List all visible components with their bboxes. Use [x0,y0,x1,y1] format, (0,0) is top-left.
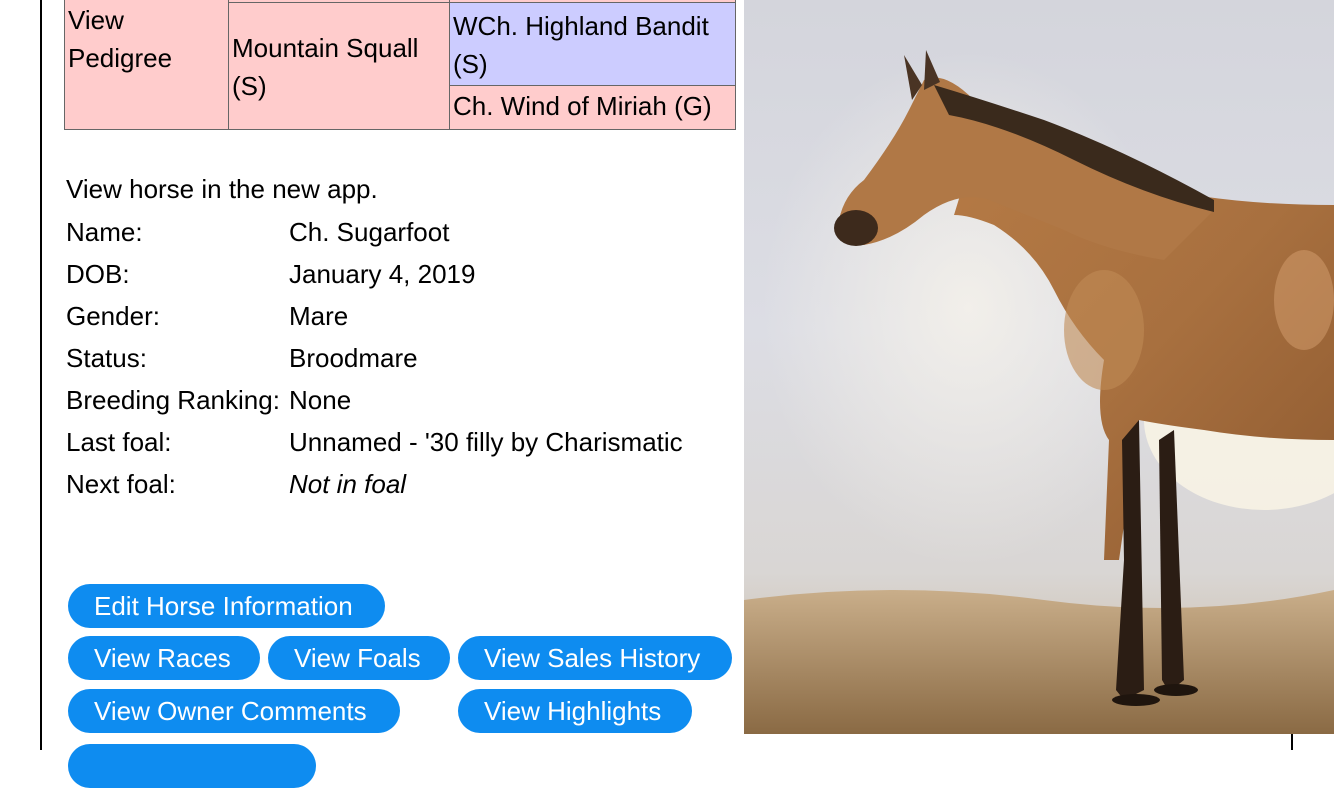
page-border-left [40,0,42,750]
view-highlights-button[interactable]: View Highlights [458,689,692,733]
view-owner-comments-button[interactable]: View Owner Comments [68,689,400,733]
last-foal: Unnamed - '30 filly by Charismatic [289,427,683,457]
horse-image [744,0,1334,734]
info-row-status: Status: Broodmare [66,337,746,379]
view-foals-button[interactable]: View Foals [268,636,450,680]
horse-info-table: Name: Ch. Sugarfoot DOB: January 4, 2019… [66,211,746,505]
info-row-gender: Gender: Mare [66,295,746,337]
horse-dob: January 4, 2019 [289,259,476,289]
pedigree-grand-sire[interactable]: WCh. Highland Bandit (S) [449,2,736,86]
pedigree-dam-sire[interactable]: Mountain Squall (S) [228,2,450,130]
pedigree-table: View Pedigree Mountain Squall (S) WCh. H… [64,0,736,130]
horse-gender: Mare [289,301,349,331]
info-label: Last foal: [66,427,172,457]
horse-illustration [744,0,1334,734]
view-races-button[interactable]: View Races [68,636,260,680]
info-label: Breeding Ranking: [66,385,280,415]
info-label: Name: [66,217,143,247]
edit-horse-info-button[interactable]: Edit Horse Information [68,584,385,628]
horse-name: Ch. Sugarfoot [289,217,450,247]
info-row-dob: DOB: January 4, 2019 [66,253,746,295]
view-pedigree-link[interactable]: View Pedigree [64,0,230,130]
info-row-ranking: Breeding Ranking: None [66,379,746,421]
info-label: DOB: [66,259,130,289]
info-label: Next foal: [66,469,176,499]
pedigree-grand-dam[interactable]: Ch. Wind of Miriah (G) [449,85,736,130]
horse-status: Broodmare [289,343,418,373]
cut-off-button[interactable] [68,744,316,788]
info-row-name: Name: Ch. Sugarfoot [66,211,746,253]
view-sales-history-button[interactable]: View Sales History [458,636,732,680]
info-label: Status: [66,343,147,373]
info-row-next-foal: Next foal: Not in foal [66,463,746,505]
breeding-ranking: None [289,385,352,415]
next-foal: Not in foal [289,469,407,499]
info-row-last-foal: Last foal: Unnamed - '30 filly by Charis… [66,421,746,463]
info-label: Gender: [66,301,160,331]
new-app-link[interactable]: View horse in the new app. [66,170,378,208]
